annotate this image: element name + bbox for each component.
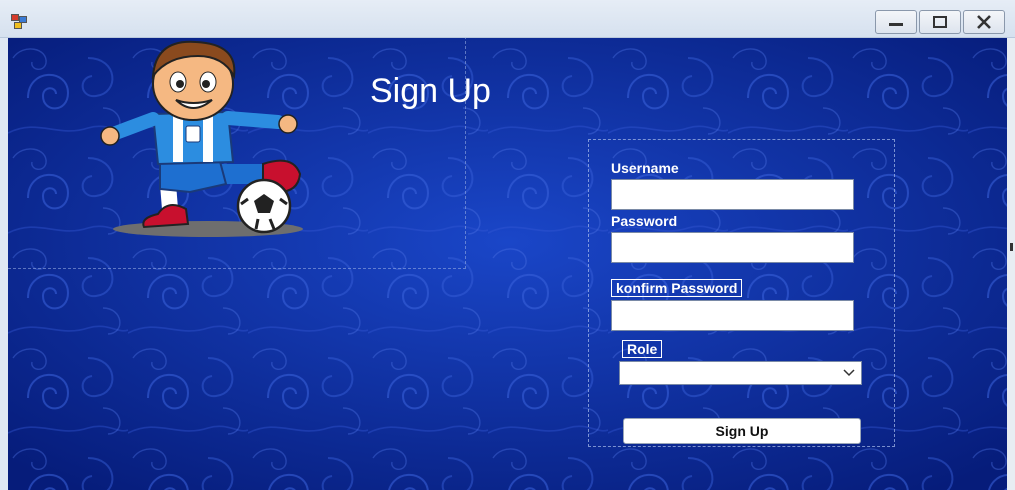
app-icon [11,14,29,30]
confirm-password-label: konfirm Password [611,279,743,297]
page-title: Sign Up [370,72,491,110]
role-select[interactable] [619,361,862,385]
maximize-icon [933,16,947,28]
title-bar [0,0,1015,38]
sign-up-button[interactable]: Sign Up [623,418,861,444]
window-right-border [1007,38,1015,490]
close-button[interactable] [963,10,1005,34]
maximize-button[interactable] [919,10,961,34]
confirm-password-input[interactable] [611,300,854,331]
username-input[interactable] [611,179,854,210]
password-label: Password [611,213,678,229]
resize-grip[interactable] [1010,243,1013,251]
close-icon [977,15,991,29]
username-label: Username [611,160,679,176]
form-client-area: Sign Up Username Password konfirm Passwo… [8,38,1007,490]
minimize-button[interactable] [875,10,917,34]
password-input[interactable] [611,232,854,263]
minimize-icon [889,23,903,26]
role-label: Role [622,340,663,358]
chevron-down-icon [843,369,855,377]
soccer-mascot-image [100,40,303,237]
